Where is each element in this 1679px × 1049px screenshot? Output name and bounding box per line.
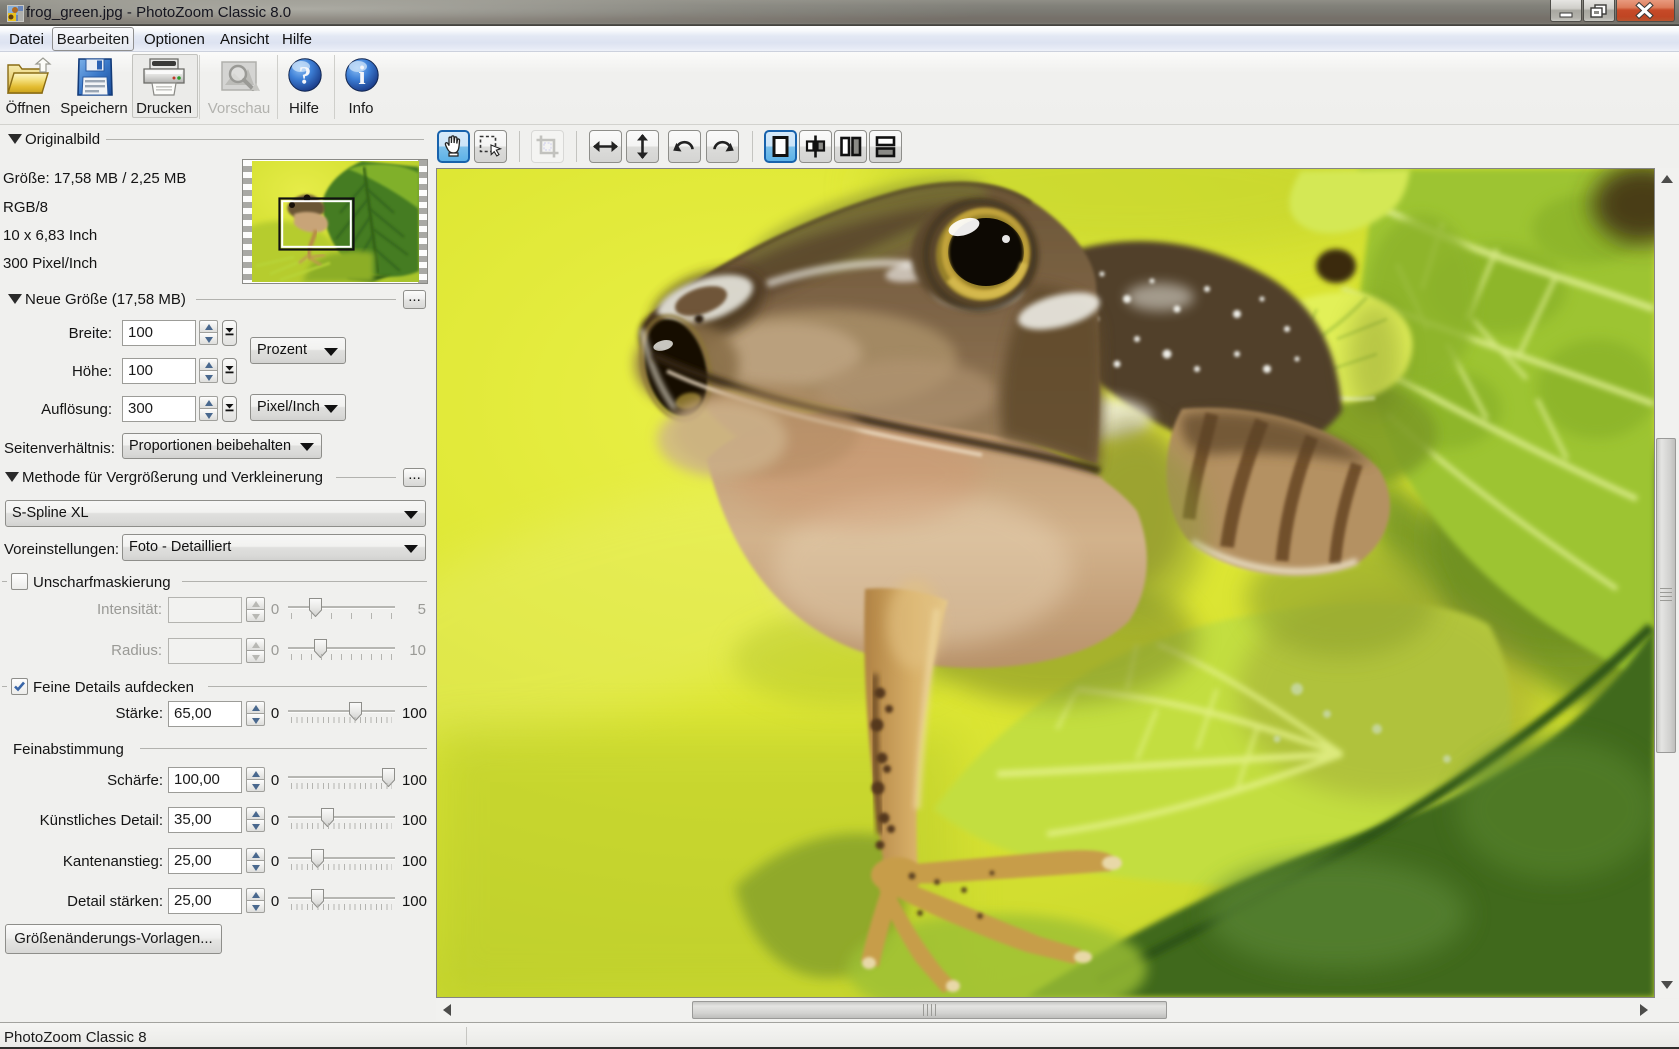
- svg-text:i: i: [358, 61, 365, 90]
- svg-text:?: ?: [299, 63, 312, 90]
